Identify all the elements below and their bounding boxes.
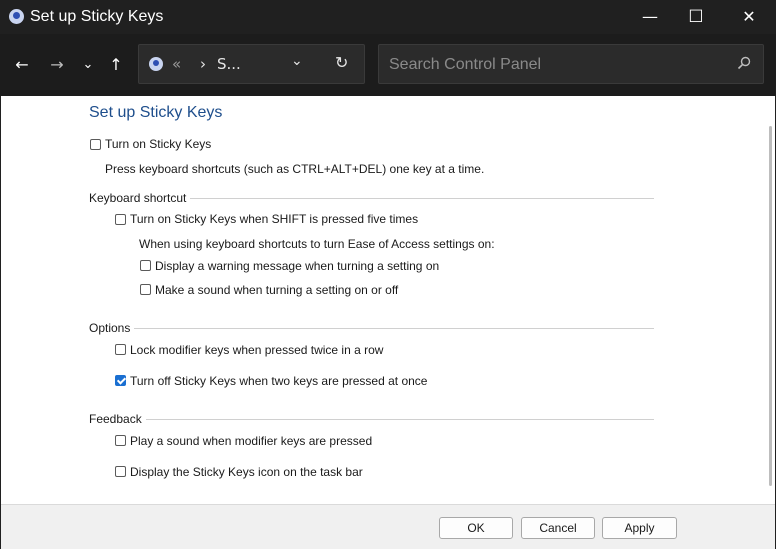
warning-message-label[interactable]: Display a warning message when turning a…: [155, 259, 439, 273]
search-icon[interactable]: [737, 56, 751, 70]
turn-off-two-keys-checkbox[interactable]: [115, 375, 126, 386]
sticky-keys-window: Set up Sticky Keys — ☐ ✕ ← → ⌄ ↑ « › S..…: [0, 0, 776, 549]
make-sound-checkbox[interactable]: [140, 284, 151, 295]
lock-modifier-label[interactable]: Lock modifier keys when pressed twice in…: [130, 343, 383, 357]
lock-modifier-checkbox[interactable]: [115, 344, 126, 355]
address-dropdown-icon[interactable]: ⌄: [291, 53, 303, 69]
shortcut-note: When using keyboard shortcuts to turn Ea…: [139, 237, 495, 251]
address-overflow-chevron[interactable]: «: [172, 55, 181, 73]
recent-locations-button[interactable]: ⌄: [77, 54, 99, 76]
turn-on-description: Press keyboard shortcuts (such as CTRL+A…: [105, 162, 485, 176]
vertical-scrollbar[interactable]: [769, 126, 772, 486]
address-separator: ›: [200, 55, 206, 73]
refresh-icon[interactable]: ↻: [335, 53, 348, 72]
shift-five-times-checkbox[interactable]: [115, 214, 126, 225]
address-breadcrumb[interactable]: S...: [217, 55, 241, 73]
show-taskbar-icon-checkbox[interactable]: [115, 466, 126, 477]
ok-button[interactable]: OK: [439, 517, 513, 539]
warning-message-checkbox[interactable]: [140, 260, 151, 271]
forward-button[interactable]: →: [46, 54, 68, 76]
show-taskbar-icon-label[interactable]: Display the Sticky Keys icon on the task…: [130, 465, 363, 479]
options-heading: Options: [89, 321, 135, 335]
make-sound-label[interactable]: Make a sound when turning a setting on o…: [155, 283, 398, 297]
keyboard-shortcut-heading: Keyboard shortcut: [89, 191, 191, 205]
maximize-button[interactable]: ☐: [673, 0, 719, 34]
feedback-heading: Feedback: [89, 412, 146, 426]
feedback-divider: [89, 419, 654, 420]
search-box[interactable]: Search Control Panel: [378, 44, 764, 84]
back-button[interactable]: ←: [11, 54, 33, 76]
cancel-button[interactable]: Cancel: [521, 517, 595, 539]
window-title: Set up Sticky Keys: [30, 8, 164, 25]
turn-on-sticky-keys-label[interactable]: Turn on Sticky Keys: [105, 137, 211, 151]
turn-off-two-keys-label[interactable]: Turn off Sticky Keys when two keys are p…: [130, 374, 427, 388]
turn-on-sticky-keys-checkbox[interactable]: [90, 139, 101, 150]
play-sound-checkbox[interactable]: [115, 435, 126, 446]
page-title: Set up Sticky Keys: [89, 104, 223, 121]
options-divider: [89, 328, 654, 329]
address-bar[interactable]: « › S... ⌄ ↻: [138, 44, 365, 84]
title-bar: Set up Sticky Keys — ☐ ✕: [0, 0, 776, 34]
navigation-bar: ← → ⌄ ↑ « › S... ⌄ ↻ Search Control Pane…: [0, 34, 776, 96]
dialog-footer: OK Cancel Apply: [1, 504, 775, 549]
content-panel: Set up Sticky Keys Turn on Sticky Keys P…: [1, 96, 775, 504]
minimize-button[interactable]: —: [627, 0, 673, 34]
shift-five-times-label[interactable]: Turn on Sticky Keys when SHIFT is presse…: [130, 212, 418, 226]
ease-of-access-icon: [9, 9, 24, 24]
close-button[interactable]: ✕: [726, 0, 772, 34]
play-sound-label[interactable]: Play a sound when modifier keys are pres…: [130, 434, 372, 448]
control-panel-icon: [149, 57, 163, 71]
apply-button[interactable]: Apply: [602, 517, 677, 539]
up-button[interactable]: ↑: [105, 54, 127, 76]
search-input[interactable]: Search Control Panel: [389, 56, 541, 74]
